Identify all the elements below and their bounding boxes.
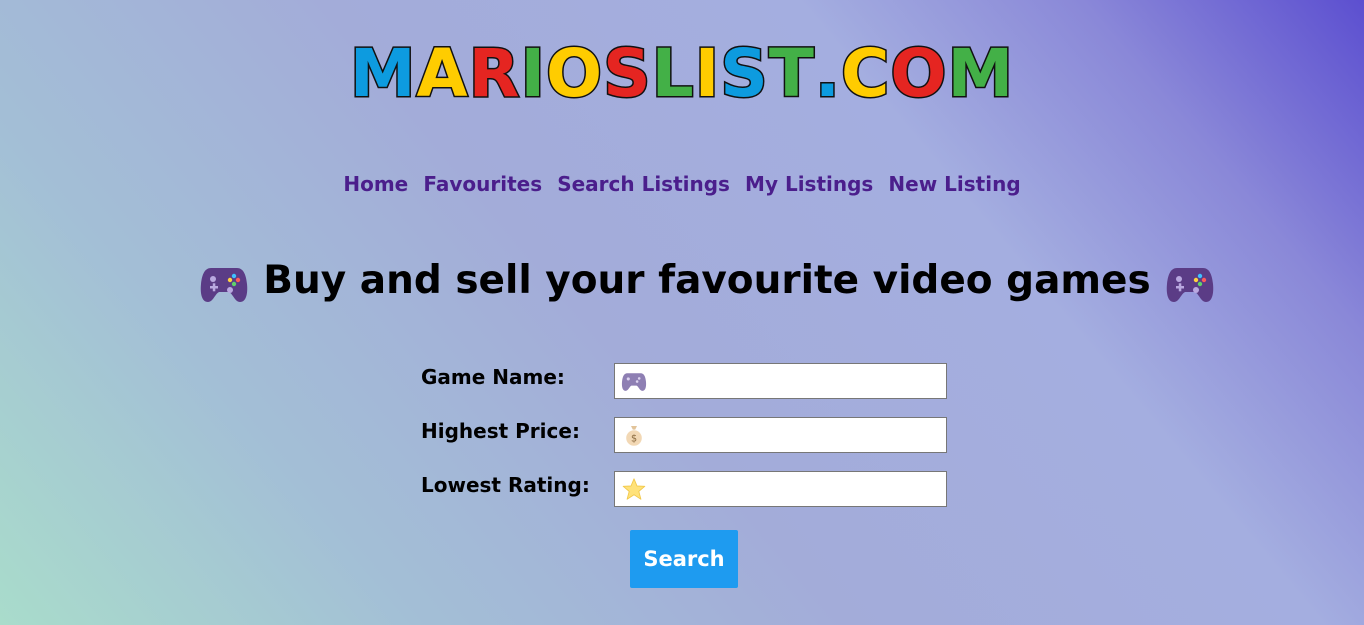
- logo-letter: L: [650, 34, 695, 113]
- search-button[interactable]: Search: [630, 530, 738, 588]
- logo-letter: C: [839, 34, 891, 113]
- game-name-field[interactable]: [614, 363, 947, 399]
- game-name-label: Game Name:: [421, 365, 565, 389]
- headline-text: Buy and sell your favourite video games: [263, 258, 1151, 303]
- logo-letter: I: [519, 34, 547, 113]
- nav-link-new-listing[interactable]: New Listing: [888, 172, 1020, 196]
- logo-letter: M: [946, 34, 1015, 113]
- money-bag-icon: $: [626, 426, 642, 446]
- page-headline: Buy and sell your favourite video games: [0, 258, 1364, 304]
- logo-letter: O: [544, 34, 604, 113]
- logo-letter: R: [467, 34, 521, 113]
- game-controller-icon: [621, 373, 647, 391]
- nav-link-my-listings[interactable]: My Listings: [745, 172, 873, 196]
- game-name-input[interactable]: [653, 364, 943, 398]
- lowest-rating-input[interactable]: [653, 472, 943, 506]
- logo-letter: A: [415, 34, 469, 113]
- logo-letter: I: [693, 34, 721, 113]
- nav-link-home[interactable]: Home: [343, 172, 408, 196]
- nav-link-favourites[interactable]: Favourites: [423, 172, 542, 196]
- logo-letter: S: [602, 34, 653, 113]
- highest-price-field[interactable]: $: [614, 417, 947, 453]
- game-controller-icon: [201, 267, 248, 302]
- logo-letter: T: [767, 34, 815, 113]
- lowest-rating-label: Lowest Rating:: [421, 473, 590, 497]
- svg-text:$: $: [631, 434, 637, 445]
- logo-letter: S: [719, 34, 770, 113]
- logo-letter: M: [348, 34, 417, 113]
- main-nav: Home Favourites Search Listings My Listi…: [0, 172, 1364, 196]
- lowest-rating-field[interactable]: [614, 471, 947, 507]
- highest-price-input[interactable]: [653, 418, 943, 452]
- site-logo: MARIOSLIST.COM: [0, 34, 1364, 113]
- star-icon: [622, 478, 646, 500]
- nav-link-search-listings[interactable]: Search Listings: [557, 172, 730, 196]
- game-controller-icon: [1166, 267, 1213, 302]
- logo-letter: .: [813, 34, 841, 113]
- logo-letter: O: [889, 34, 948, 113]
- highest-price-label: Highest Price:: [421, 419, 580, 443]
